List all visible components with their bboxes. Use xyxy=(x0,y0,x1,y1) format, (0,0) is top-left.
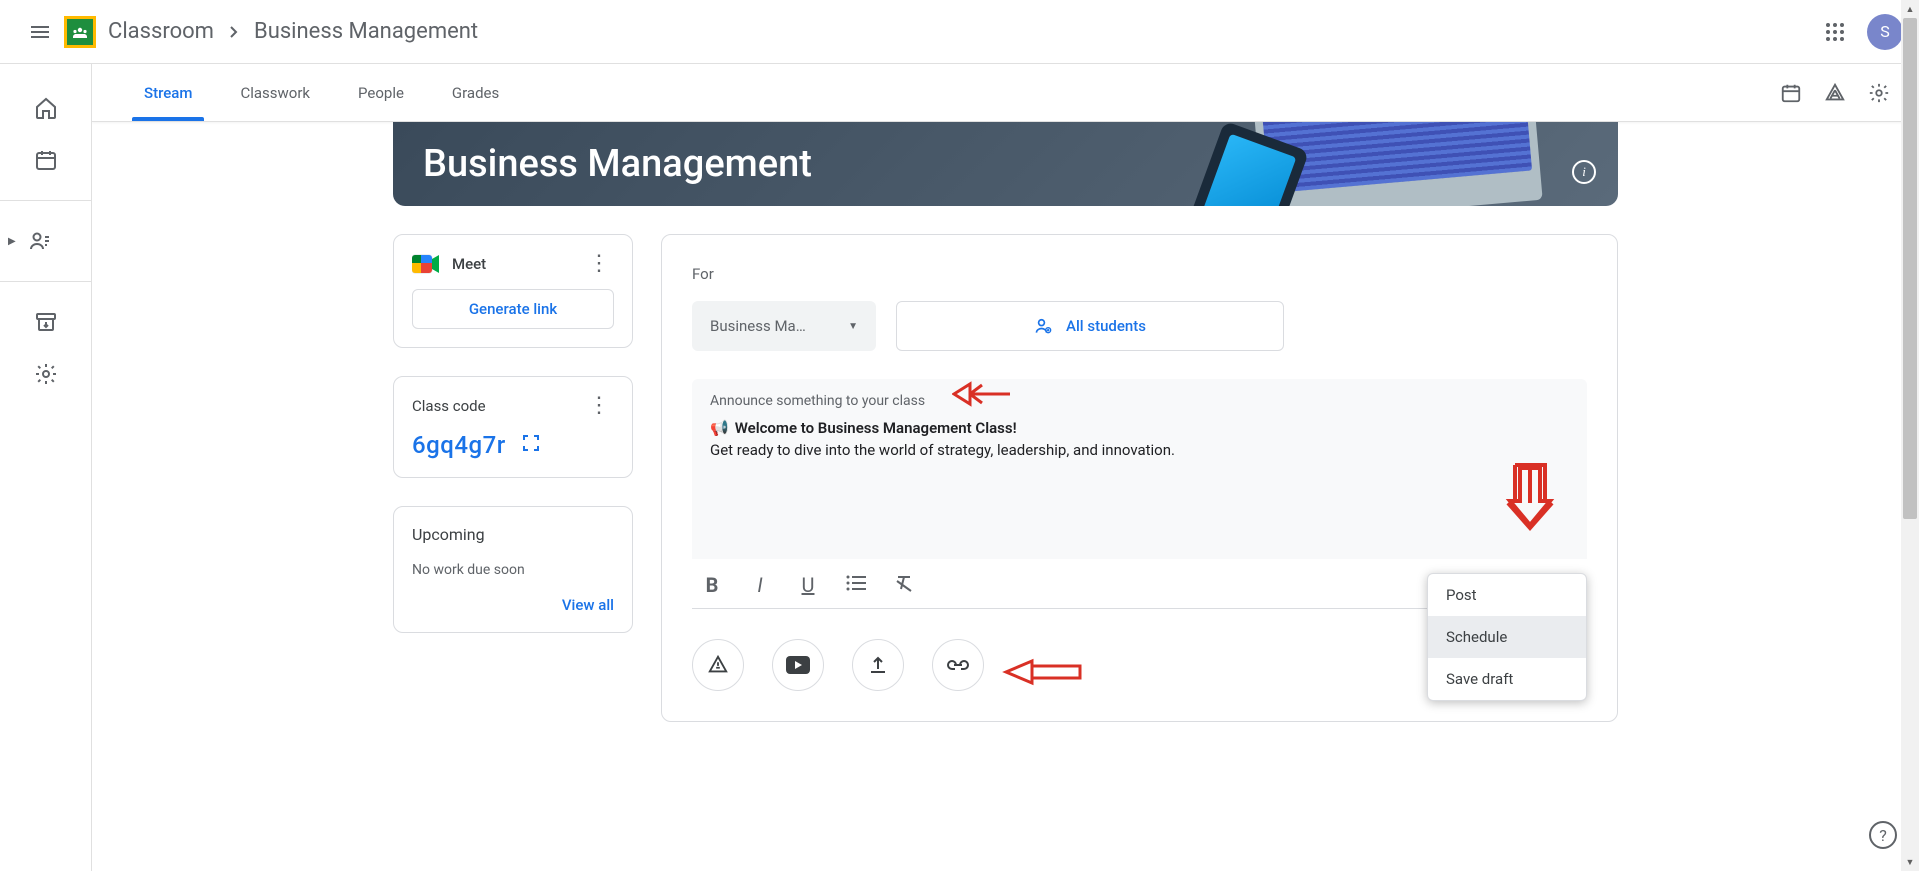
compose-card: For Business Ma… ▼ All students Announce… xyxy=(661,234,1618,722)
announcement-editor[interactable]: Announce something to your class 📢 Welco… xyxy=(692,379,1587,559)
attach-youtube-button[interactable] xyxy=(772,639,824,691)
classcode-more-icon[interactable]: ⋮ xyxy=(584,395,614,417)
bold-button[interactable]: B xyxy=(700,573,724,598)
menu-item-save-draft[interactable]: Save draft xyxy=(1428,658,1586,700)
bullet-list-button[interactable] xyxy=(844,573,868,598)
scroll-thumb[interactable] xyxy=(1903,18,1917,519)
calendar-tab-icon[interactable] xyxy=(1779,81,1803,105)
tab-grades[interactable]: Grades xyxy=(428,64,523,121)
class-banner: Business Management i xyxy=(393,122,1618,206)
all-students-button[interactable]: All students xyxy=(896,301,1284,351)
announcement-line2: Get ready to dive into the world of stra… xyxy=(710,441,1569,459)
settings-nav-icon[interactable] xyxy=(34,362,58,386)
settings-tab-icon[interactable] xyxy=(1867,81,1891,105)
for-label: For xyxy=(692,265,1587,283)
fullscreen-icon[interactable] xyxy=(522,434,540,456)
banner-title: Business Management xyxy=(423,142,812,186)
scroll-up-button[interactable]: ▲ xyxy=(1901,0,1919,18)
announce-label: Announce something to your class xyxy=(710,393,1569,409)
account-avatar[interactable]: S xyxy=(1867,14,1903,50)
generate-link-button[interactable]: Generate link xyxy=(412,289,614,329)
underline-button[interactable]: U xyxy=(796,573,820,598)
class-select-value: Business Ma… xyxy=(710,317,806,335)
breadcrumb-app[interactable]: Classroom xyxy=(108,19,214,44)
upcoming-text: No work due soon xyxy=(412,562,614,578)
upcoming-card: Upcoming No work due soon View all xyxy=(393,506,633,633)
banner-info-icon[interactable]: i xyxy=(1572,160,1596,184)
menu-item-schedule[interactable]: Schedule xyxy=(1428,616,1586,658)
breadcrumb-class[interactable]: Business Management xyxy=(254,19,478,44)
tab-classwork[interactable]: Classwork xyxy=(216,64,334,121)
italic-button[interactable]: I xyxy=(748,573,772,598)
announcement-line1: Welcome to Business Management Class! xyxy=(735,419,1017,437)
menu-item-post[interactable]: Post xyxy=(1428,574,1586,616)
meet-title: Meet xyxy=(452,255,486,273)
tab-people[interactable]: People xyxy=(334,64,428,121)
people-icon xyxy=(1034,316,1054,336)
upcoming-title: Upcoming xyxy=(412,525,614,544)
chevron-down-icon: ▼ xyxy=(848,321,858,332)
meet-more-icon[interactable]: ⋮ xyxy=(584,253,614,275)
scroll-down-button[interactable]: ▼ xyxy=(1901,853,1919,871)
attach-drive-button[interactable] xyxy=(692,639,744,691)
all-students-label: All students xyxy=(1066,317,1146,335)
classcode-card: Class code ⋮ 6gq4g7r xyxy=(393,376,633,478)
megaphone-icon: 📢 xyxy=(710,419,729,437)
viewall-link[interactable]: View all xyxy=(412,596,614,614)
scrollbar[interactable]: ▲ ▼ xyxy=(1901,0,1919,871)
left-sidebar: ▶ xyxy=(0,64,92,871)
tab-stream[interactable]: Stream xyxy=(120,64,216,121)
teaching-expand[interactable]: ▶ xyxy=(0,229,91,253)
archive-icon[interactable] xyxy=(34,310,58,334)
help-button[interactable]: ? xyxy=(1869,821,1897,849)
breadcrumb: Classroom Business Management xyxy=(108,19,478,44)
home-icon[interactable] xyxy=(34,96,58,120)
calendar-icon[interactable] xyxy=(34,148,58,172)
classcode-label: Class code xyxy=(412,397,486,415)
attach-upload-button[interactable] xyxy=(852,639,904,691)
class-tabs: Stream Classwork People Grades xyxy=(92,64,1919,122)
google-apps-button[interactable] xyxy=(1811,8,1859,56)
class-select-dropdown[interactable]: Business Ma… ▼ xyxy=(692,301,876,351)
drive-tab-icon[interactable] xyxy=(1823,81,1847,105)
clear-format-button[interactable] xyxy=(892,573,916,598)
classcode-value: 6gq4g7r xyxy=(412,431,506,459)
top-header: Classroom Business Management S xyxy=(0,0,1919,64)
post-dropdown-menu: Post Schedule Save draft xyxy=(1427,573,1587,701)
meet-icon xyxy=(412,253,440,275)
chevron-right-icon xyxy=(228,19,240,44)
attach-link-button[interactable] xyxy=(932,639,984,691)
main-content: Stream Classwork People Grades Business … xyxy=(92,64,1919,871)
main-menu-button[interactable] xyxy=(16,8,64,56)
classroom-logo xyxy=(64,16,96,48)
meet-card: Meet ⋮ Generate link xyxy=(393,234,633,348)
